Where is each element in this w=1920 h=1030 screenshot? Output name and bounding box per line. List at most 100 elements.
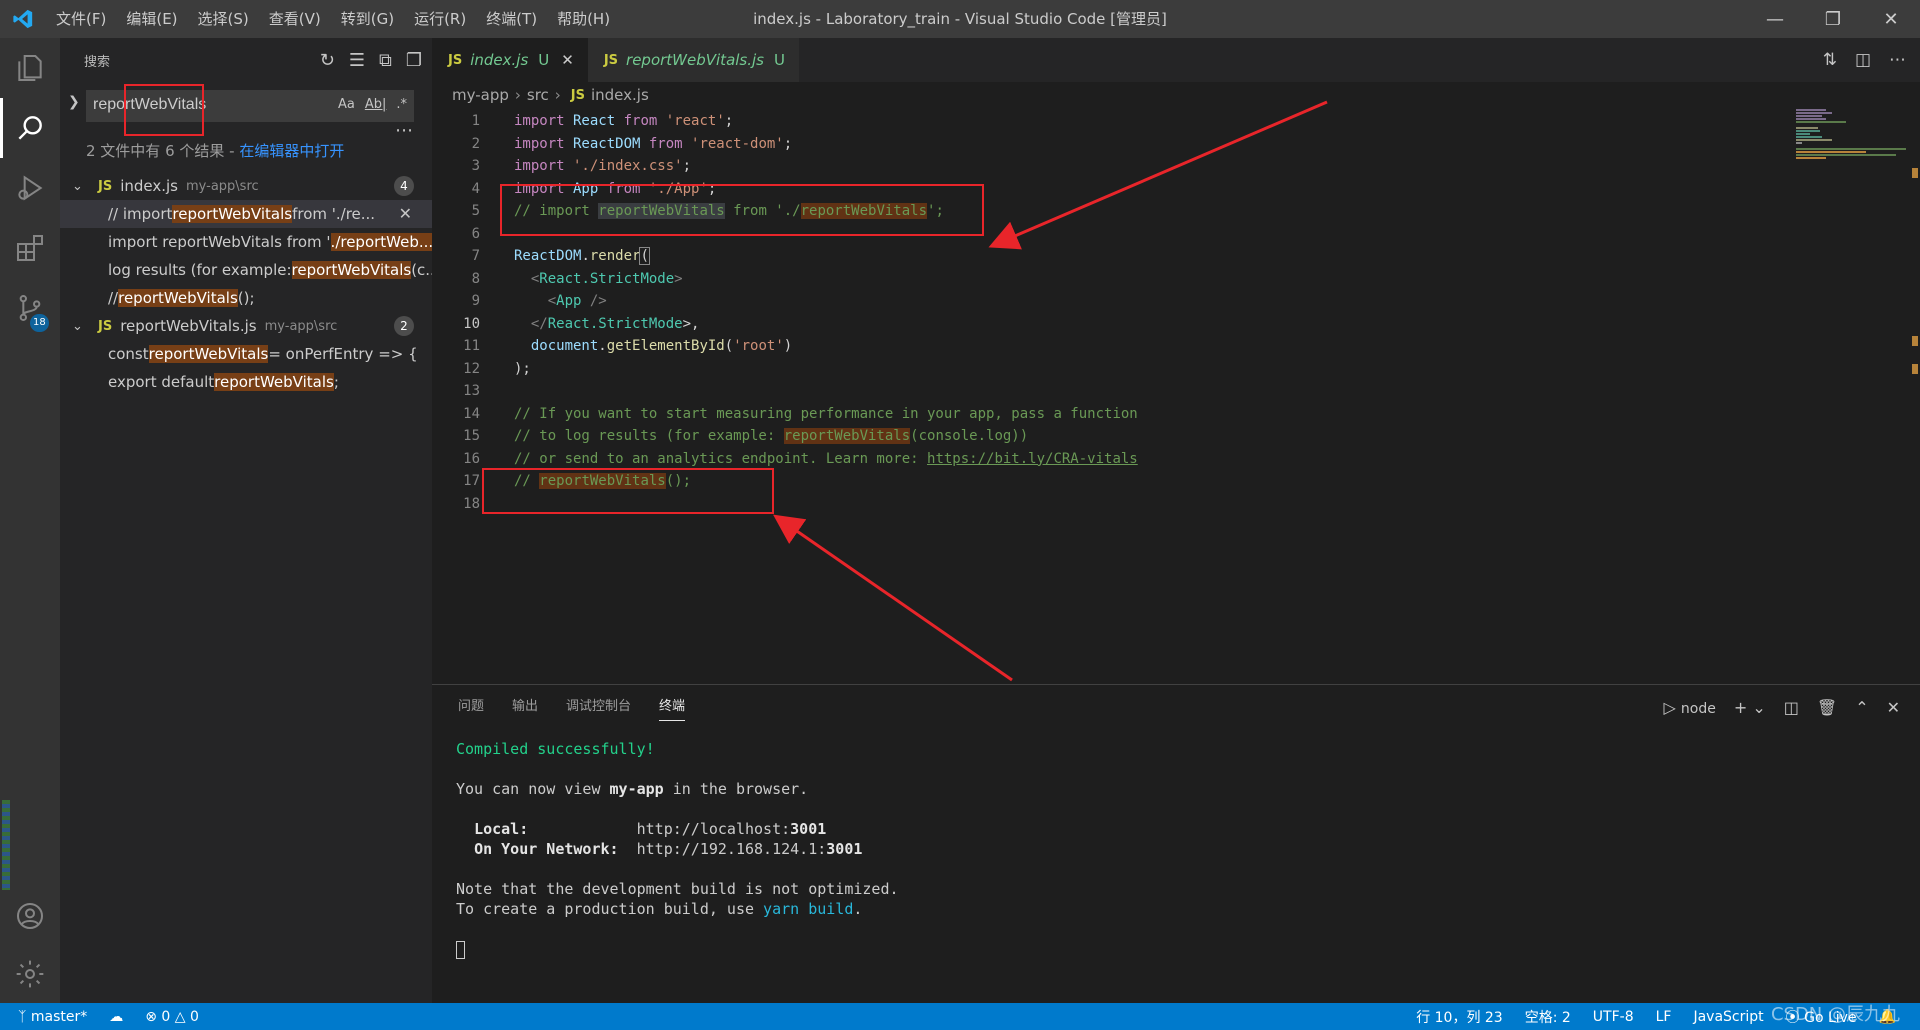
collapse-all-icon[interactable]: ❐ [406,50,422,71]
annotation-box-search [124,84,204,136]
chevron-down-icon: ⌄ [72,178,83,194]
menu-file[interactable]: 文件(F) [46,0,116,38]
code-line: 15// to log results (for example: report… [432,425,1752,448]
terminal-output[interactable]: Compiled successfully! You can now view … [456,739,899,959]
menu-go[interactable]: 转到(G) [331,0,404,38]
match-suffix: (); [237,289,255,307]
source-control-icon[interactable]: 18 [0,278,60,338]
tab-terminal[interactable]: 终端 [659,685,686,729]
file-result-reportwebvitalsjs[interactable]: ⌄ JS reportWebVitals.js my-app\src 2 [60,312,432,340]
split-terminal-icon[interactable]: ◫ [1784,698,1799,717]
regex-icon[interactable]: .* [396,97,407,112]
code-view[interactable]: 1 import React from 'react'; 2 import Reac… [432,110,1752,515]
close-window-button[interactable]: ✕ [1862,0,1920,38]
new-search-editor-icon[interactable]: ⧉ [379,50,392,71]
code-link[interactable]: https://bit.ly/CRA-vitals [927,451,1138,467]
editor-scrollbar[interactable] [1906,108,1920,668]
run-debug-icon[interactable] [0,158,60,218]
match-count-badge: 4 [394,176,414,196]
sync-icon[interactable]: ☁ [109,1009,123,1025]
breadcrumb-separator-icon: › [554,86,561,104]
open-changes-icon[interactable]: ⇅ [1823,50,1837,70]
close-panel-icon[interactable]: ✕ [1887,698,1900,717]
problems-status[interactable]: ⊗ 0 △ 0 [145,1009,199,1025]
end-of-line[interactable]: LF [1656,1009,1672,1025]
menu-help[interactable]: 帮助(H) [547,0,620,38]
file-path: my-app\src [186,178,259,194]
terminal-network-port: 3001 [826,840,863,858]
match-item[interactable]: import reportWebVitals from ' ./reportWeb… [60,228,432,256]
tab-debug-console[interactable]: 调试控制台 [566,685,631,729]
cursor-position[interactable]: 行 10，列 23 [1416,1007,1503,1027]
sidebar-actions: ↻ ☰ ⧉ ❐ [320,38,422,82]
tab-output[interactable]: 输出 [512,685,538,729]
split-editor-icon[interactable]: ◫ [1855,50,1871,70]
match-item[interactable]: export default reportWebVitals; [60,368,432,396]
code-line: 10 </React.StrictMode>, [432,313,1752,336]
menu-selection[interactable]: 选择(S) [188,0,259,38]
terminal-yarn: yarn [763,900,800,918]
new-terminal-icon[interactable]: + ⌄ [1734,698,1766,717]
line-number: 18 [463,495,480,512]
menu-run[interactable]: 运行(R) [404,0,476,38]
terminal-network-url[interactable]: http://192.168.124.1: [637,840,827,858]
encoding[interactable]: UTF-8 [1593,1009,1634,1025]
open-in-editor-link[interactable]: 在编辑器中打开 [239,142,344,160]
account-icon[interactable] [0,886,60,946]
activity-indicator [2,800,10,890]
restore-button[interactable]: ❐ [1804,0,1862,38]
indentation[interactable]: 空格: 2 [1525,1007,1571,1027]
line-number: 9 [471,293,480,309]
minimap[interactable] [1796,108,1906,178]
minimize-button[interactable]: — [1746,0,1804,38]
more-options-icon[interactable]: ⋯ [395,120,414,141]
menu-terminal[interactable]: 终端(T) [476,0,547,38]
code-line: 14// If you want to start measuring perf… [432,403,1752,426]
line-number: 11 [463,338,480,354]
search-icon[interactable] [0,98,60,158]
refresh-icon[interactable]: ↻ [320,50,335,71]
clear-results-icon[interactable]: ☰ [349,50,365,71]
menu-view[interactable]: 查看(V) [259,0,331,38]
breadcrumb-item[interactable]: my-app [452,86,509,104]
match-item[interactable]: // import reportWebVitals from './re... … [60,200,432,228]
js-file-icon: JS [448,52,463,68]
extensions-icon[interactable] [0,218,60,278]
more-actions-icon[interactable]: ⋯ [1889,50,1906,70]
terminal-compiled: Compiled successfully! [456,740,655,758]
dismiss-match-icon[interactable]: ✕ [399,204,412,223]
code-line: 8 <React.StrictMode> [432,268,1752,291]
status-left: ᛉ master* ☁ ⊗ 0 △ 0 [0,1009,199,1025]
gear-icon[interactable] [0,944,60,1004]
annotation-box-line5 [500,184,984,236]
terminal-local-url[interactable]: http://localhost: [637,820,791,838]
chevron-right-icon[interactable]: ❯ [68,94,80,110]
terminal-selector[interactable]: ▷ node [1663,698,1715,717]
breadcrumb-item[interactable]: src [527,86,549,104]
match-case-icon[interactable]: Aa [338,97,355,112]
tab-reportwebvitalsjs[interactable]: JS reportWebVitals.js U [587,38,799,82]
line-number: 6 [471,225,480,242]
trash-icon[interactable]: 🗑 [1817,698,1837,717]
close-icon[interactable]: ✕ [561,51,574,69]
match-item[interactable]: const reportWebVitals = onPerfEntry => { [60,340,432,368]
chevron-down-icon: ⌄ [72,318,83,334]
sidebar-header: 搜索 ↻ ☰ ⧉ ❐ [60,38,432,82]
maximize-panel-icon[interactable]: ⌃ [1855,698,1868,717]
tab-problems[interactable]: 问题 [458,685,484,729]
menu-edit[interactable]: 编辑(E) [116,0,187,38]
match-item[interactable]: log results (for example: reportWebVital… [60,256,432,284]
branch-icon: ᛉ [18,1008,27,1025]
tab-indexjs[interactable]: JS index.js U ✕ [432,38,588,82]
branch-status[interactable]: ᛉ master* [18,1009,87,1025]
scm-badge: 18 [30,314,49,332]
explorer-icon[interactable] [0,38,60,98]
file-result-indexjs[interactable]: ⌄ JS index.js my-app\src 4 [60,172,432,200]
match-word-icon[interactable]: Ab| [365,97,387,112]
match-item[interactable]: // reportWebVitals (); [60,284,432,312]
breadcrumb-item[interactable]: index.js [591,86,649,104]
line-number: 3 [471,158,480,174]
js-file-icon: JS [603,52,619,68]
language-mode[interactable]: JavaScript [1693,1009,1763,1025]
line-number: 16 [463,450,480,467]
